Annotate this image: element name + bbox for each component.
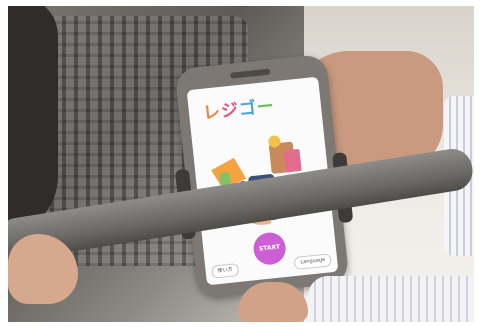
thumb [238,282,308,322]
photo: レジゴー START 使い方 Language [8,6,474,322]
person-silhouette [8,6,58,236]
logo-char-4: ー [255,96,276,119]
striped-cuff [308,276,474,322]
app-logo: レジゴー [202,91,276,123]
how-to-use-button[interactable]: 使い方 [211,262,240,279]
language-button[interactable]: Language [293,253,332,271]
logo-char-2: ジ [220,100,241,122]
logo-char-1: レ [202,101,223,124]
logo-char-3: ゴ [237,98,258,120]
grocery-bag-icon [268,135,302,174]
phone-speaker [230,68,271,79]
start-button[interactable]: START [252,231,288,267]
